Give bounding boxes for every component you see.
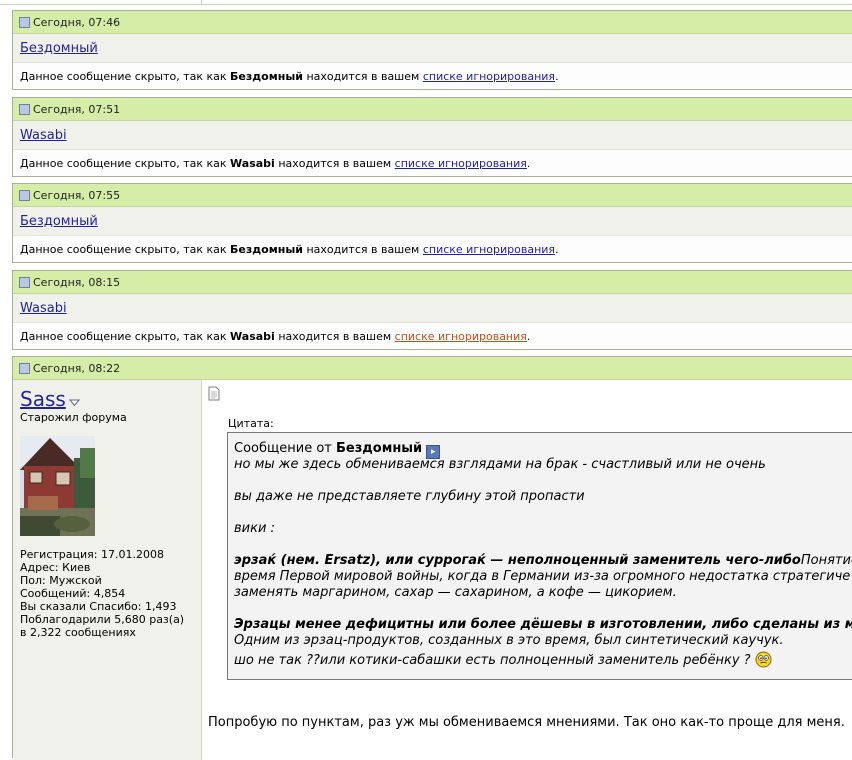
post-header: Сегодня, 08:22 <box>13 357 852 380</box>
document-icon <box>208 386 220 401</box>
quote-bold-text: эрзаќ (нем. Ersatz), или суррогаќ — непо… <box>234 553 801 568</box>
ignored-user-name: Бездомный <box>230 69 303 83</box>
hidden-post: Сегодня, 07:55 Бездомный Данное сообщени… <box>12 183 852 263</box>
smiley-icon <box>755 651 772 668</box>
hidden-message-text: находится в вашем <box>306 69 420 83</box>
user-stats: Регистрация: 17.01.2008 Адрес: Киев Пол:… <box>20 548 184 639</box>
ignored-user-name: Бездомный <box>230 242 303 256</box>
hidden-post: Сегодня, 07:46 Бездомный Данное сообщени… <box>12 10 852 90</box>
hidden-message-text: Данное сообщение скрыто, так как <box>20 242 227 256</box>
author-link[interactable]: Sass <box>20 387 66 411</box>
avatar[interactable] <box>20 436 95 536</box>
ignore-list-link[interactable]: списке игнорирования <box>423 243 555 256</box>
ignored-user-name: Wasabi <box>230 156 275 170</box>
post-icon <box>19 103 30 115</box>
hidden-message-text: находится в вашем <box>306 242 420 256</box>
hidden-message-text: Данное сообщение скрыто, так как <box>20 69 227 83</box>
post-date: Сегодня, 08:15 <box>33 275 121 289</box>
hidden-message: Данное сообщение скрыто, так как Wasabi … <box>13 150 852 176</box>
ignore-list-link[interactable]: списке игнорирования <box>395 330 527 343</box>
quote-line: эрзаќ (нем. Ersatz), или суррогаќ — непо… <box>234 553 852 569</box>
ignore-list-link[interactable]: списке игнорирования <box>423 70 555 83</box>
quote-line: заменять маргарином, сахар — сахарином, … <box>234 585 677 600</box>
dropdown-icon[interactable] <box>69 397 80 408</box>
quote-line: но мы же здесь обмениваемся взглядами на… <box>234 457 766 472</box>
quote-line: Одним из эрзац-продуктов, созданных в эт… <box>234 633 784 648</box>
post-icon <box>19 189 30 201</box>
stat-gender: Пол: Мужской <box>20 574 102 587</box>
quote-line: время Первой мировой войны, когда в Герм… <box>234 569 851 584</box>
hidden-message: Данное сообщение скрыто, так как Бездомн… <box>13 63 852 89</box>
stat-registration: Регистрация: 17.01.2008 <box>20 548 164 561</box>
post-date: Сегодня, 07:51 <box>33 102 121 116</box>
post-header: Сегодня, 08:15 <box>13 271 852 294</box>
hidden-message-end: . <box>555 69 559 83</box>
post-username-row: Бездомный <box>13 207 852 236</box>
quote-box: Сообщение от Бездомный ▸ но мы же здесь … <box>227 432 852 680</box>
post-body-text: Попробую по пунктам, раз уж мы обменивае… <box>208 715 845 730</box>
hidden-post: Сегодня, 07:51 Wasabi Данное сообщение с… <box>12 97 852 177</box>
hidden-message-end: . <box>526 329 531 343</box>
username-link[interactable]: Wasabi <box>20 301 67 316</box>
user-title: Старожил форума <box>20 411 127 424</box>
quote-source-user: Бездомный <box>335 441 423 456</box>
post-icon <box>19 276 30 288</box>
quote-text: шо не так ??или котики-сабашки есть полн… <box>234 653 751 668</box>
stat-address: Адрес: Киев <box>20 561 91 574</box>
user-info-column: Sass Старожил форума Регистрация: 17.01.… <box>13 380 202 760</box>
hidden-message-text: Данное сообщение скрыто, так как <box>20 156 227 170</box>
hidden-post: Сегодня, 08:15 Wasabi Данное сообщение с… <box>12 270 852 350</box>
post-username-row: Бездомный <box>13 34 852 63</box>
quote-source-prefix: Сообщение от <box>234 441 336 456</box>
stat-thanked-posts: в 2,322 сообщениях <box>20 626 136 639</box>
post-header: Сегодня, 07:55 <box>13 184 852 207</box>
post-date: Сегодня, 07:46 <box>33 15 121 29</box>
hidden-message-text: находится в вашем <box>278 329 392 343</box>
quote-line: Эрзацы менее дефицитны или более дёшевы … <box>234 617 852 632</box>
post-header: Сегодня, 07:51 <box>13 98 852 121</box>
hidden-message-text: находится в вашем <box>278 156 392 170</box>
ignored-user-name: Wasabi <box>230 329 275 343</box>
post-date: Сегодня, 08:22 <box>33 361 121 375</box>
full-post: Сегодня, 08:22 Sass Старожил форума Реги… <box>12 356 852 760</box>
username-link[interactable]: Бездомный <box>20 41 98 56</box>
quote-line: шо не так ??или котики-сабашки есть полн… <box>234 651 772 669</box>
hidden-message-end: . <box>526 156 531 170</box>
post-username-row: Wasabi <box>13 294 852 323</box>
stat-thanked: Поблагодарили 5,680 раз(а) <box>20 613 185 626</box>
quote-text: Понятие <box>800 553 852 568</box>
hidden-message-end: . <box>555 242 559 256</box>
quote-line: вы даже не представляете глубину этой пр… <box>234 489 585 504</box>
post-content: Цитата: Сообщение от Бездомный ▸ но мы ж… <box>202 380 852 760</box>
ignore-list-link[interactable]: списке игнорирования <box>395 157 527 170</box>
hidden-message: Данное сообщение скрыто, так как Бездомн… <box>13 236 852 262</box>
stat-messages: Сообщений: 4,854 <box>20 587 126 600</box>
quote-label: Цитата: <box>228 417 274 430</box>
hidden-message-text: Данное сообщение скрыто, так как <box>20 329 227 343</box>
quote-line: вики : <box>234 521 275 536</box>
username-link[interactable]: Бездомный <box>20 214 98 229</box>
username-link[interactable]: Wasabi <box>20 128 67 143</box>
stat-thanks-said: Вы сказали Спасибо: 1,493 <box>20 600 177 613</box>
post-date: Сегодня, 07:55 <box>33 188 121 202</box>
hidden-message: Данное сообщение скрыто, так как Wasabi … <box>13 323 852 349</box>
previous-post-bottom <box>0 0 852 5</box>
post-icon <box>19 362 30 374</box>
post-icon <box>19 16 30 28</box>
post-header: Сегодня, 07:46 <box>13 11 852 34</box>
post-username-row: Wasabi <box>13 121 852 150</box>
